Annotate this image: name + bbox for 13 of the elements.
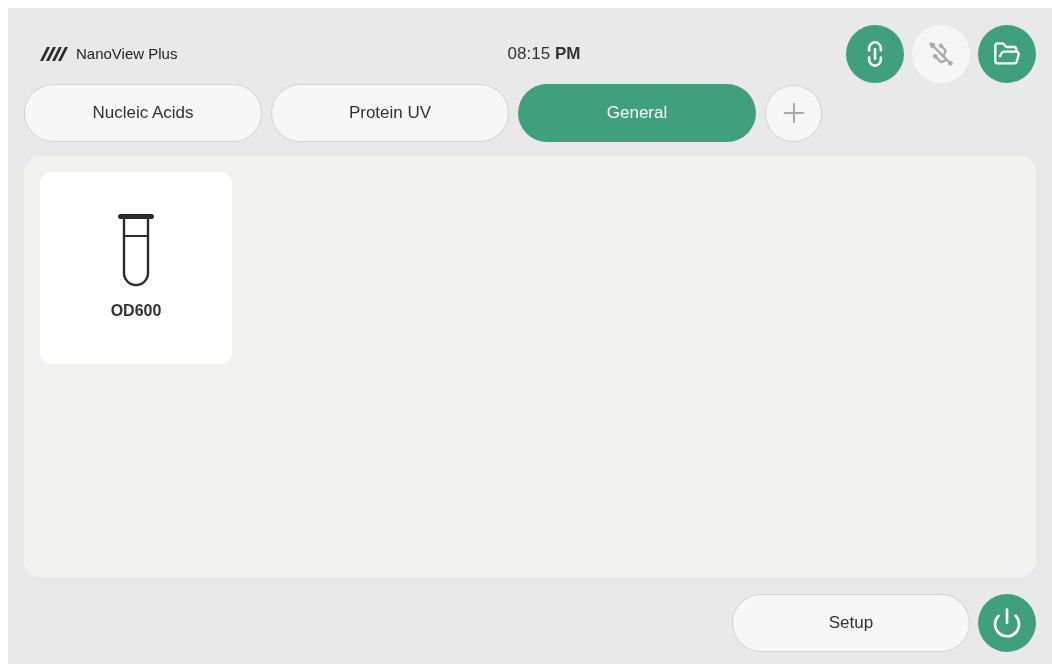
category-tab[interactable]: Protein UV	[271, 84, 509, 142]
power-icon	[991, 607, 1023, 639]
folder-button[interactable]	[978, 25, 1036, 83]
app-tile[interactable]: OD600	[40, 172, 232, 364]
link-button[interactable]	[846, 25, 904, 83]
power-button[interactable]	[978, 594, 1036, 652]
logo-icon	[40, 47, 70, 61]
setup-button[interactable]: Setup	[732, 594, 970, 652]
test-tube-icon	[117, 213, 155, 287]
category-tab[interactable]: Nucleic Acids	[24, 84, 262, 142]
clock-time: 08:15 PM	[506, 43, 582, 66]
usb-icon	[927, 40, 955, 68]
app-title: NanoView Plus	[76, 43, 178, 64]
